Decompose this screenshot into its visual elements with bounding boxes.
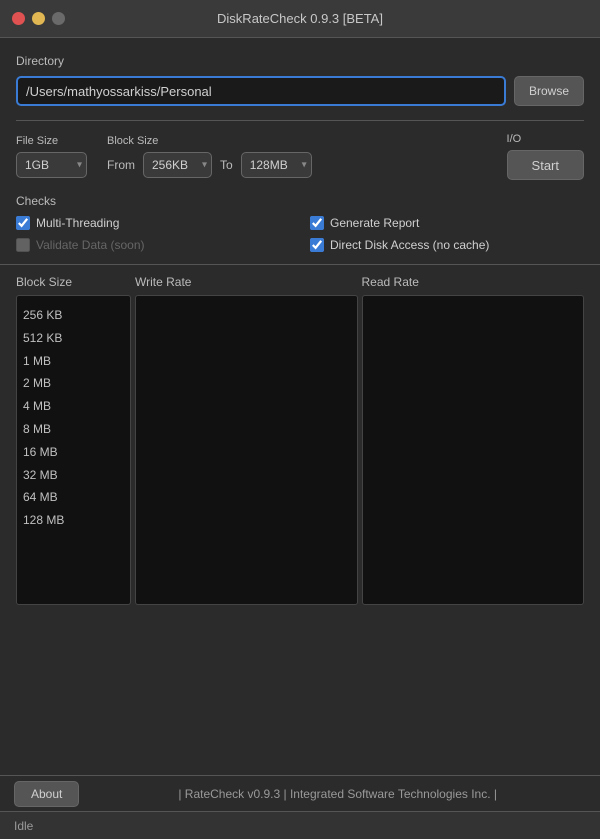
results-section: Block Size 256 KB 512 KB 1 MB 2 MB 4 MB … bbox=[0, 275, 600, 605]
list-item: 512 KB bbox=[23, 327, 124, 350]
blocksize-from-select[interactable]: 256KB 512KB 1MB 2MB bbox=[143, 152, 212, 178]
status-bar: Idle bbox=[0, 811, 600, 839]
multithreading-label: Multi-Threading bbox=[36, 216, 119, 230]
maximize-button[interactable] bbox=[52, 12, 65, 25]
start-button[interactable]: Start bbox=[507, 150, 584, 180]
window-title: DiskRateCheck 0.9.3 [BETA] bbox=[217, 11, 383, 26]
read-rate-data bbox=[362, 295, 585, 605]
check-generate-report[interactable]: Generate Report bbox=[310, 216, 584, 230]
block-size-header: Block Size bbox=[16, 275, 131, 289]
from-label: From bbox=[107, 158, 135, 172]
list-item: 2 MB bbox=[23, 372, 124, 395]
minimize-button[interactable] bbox=[32, 12, 45, 25]
checks-section: Checks Multi-Threading Generate Report V… bbox=[16, 194, 584, 252]
list-item: 256 KB bbox=[23, 304, 124, 327]
divider-1 bbox=[16, 120, 584, 121]
footer-info: | RateCheck v0.9.3 | Integrated Software… bbox=[89, 787, 586, 801]
write-rate-header: Write Rate bbox=[135, 275, 358, 289]
footer-bar: About | RateCheck v0.9.3 | Integrated So… bbox=[0, 775, 600, 811]
to-label: To bbox=[220, 158, 233, 172]
blocksize-group: Block Size From 256KB 512KB 1MB 2MB ▾ To… bbox=[107, 135, 487, 178]
list-item: 1 MB bbox=[23, 350, 124, 373]
filesize-select[interactable]: 1GB 2GB 4GB 512MB bbox=[16, 152, 87, 178]
directory-label: Directory bbox=[16, 54, 584, 68]
filesize-label: File Size bbox=[16, 135, 87, 147]
read-rate-header: Read Rate bbox=[362, 275, 585, 289]
divider-2 bbox=[0, 264, 600, 265]
blocksize-inner: From 256KB 512KB 1MB 2MB ▾ To 128MB 64MB bbox=[107, 152, 487, 178]
about-button[interactable]: About bbox=[14, 781, 79, 807]
io-label: I/O bbox=[507, 133, 584, 145]
status-text: Idle bbox=[14, 819, 33, 833]
block-size-list: 256 KB 512 KB 1 MB 2 MB 4 MB 8 MB 16 MB … bbox=[16, 295, 131, 605]
titlebar: DiskRateCheck 0.9.3 [BETA] bbox=[0, 0, 600, 38]
check-direct-disk[interactable]: Direct Disk Access (no cache) bbox=[310, 238, 584, 252]
list-item: 64 MB bbox=[23, 486, 124, 509]
blocksize-to-wrapper: 128MB 64MB 32MB 16MB ▾ bbox=[241, 152, 312, 178]
filesize-select-wrapper: 1GB 2GB 4GB 512MB ▾ bbox=[16, 152, 87, 178]
directory-row: Browse bbox=[16, 76, 584, 106]
list-item: 8 MB bbox=[23, 418, 124, 441]
directory-input[interactable] bbox=[16, 76, 506, 106]
check-multithreading[interactable]: Multi-Threading bbox=[16, 216, 290, 230]
filesize-group: File Size 1GB 2GB 4GB 512MB ▾ bbox=[16, 135, 87, 178]
col-block-size: Block Size 256 KB 512 KB 1 MB 2 MB 4 MB … bbox=[16, 275, 131, 605]
list-item: 4 MB bbox=[23, 395, 124, 418]
checks-label: Checks bbox=[16, 194, 584, 208]
direct-disk-label: Direct Disk Access (no cache) bbox=[330, 238, 489, 252]
list-item: 32 MB bbox=[23, 464, 124, 487]
generate-report-label: Generate Report bbox=[330, 216, 419, 230]
browse-button[interactable]: Browse bbox=[514, 76, 584, 106]
traffic-lights bbox=[12, 12, 65, 25]
col-read-rate: Read Rate bbox=[362, 275, 585, 605]
direct-disk-checkbox[interactable] bbox=[310, 238, 324, 252]
blocksize-to-select[interactable]: 128MB 64MB 32MB 16MB bbox=[241, 152, 312, 178]
close-button[interactable] bbox=[12, 12, 25, 25]
results-table: Block Size 256 KB 512 KB 1 MB 2 MB 4 MB … bbox=[16, 275, 584, 605]
list-item: 16 MB bbox=[23, 441, 124, 464]
list-item: 128 MB bbox=[23, 509, 124, 532]
controls-row: File Size 1GB 2GB 4GB 512MB ▾ Block Size… bbox=[16, 133, 584, 180]
validate-data-label: Validate Data (soon) bbox=[36, 238, 145, 252]
blocksize-from-wrapper: 256KB 512KB 1MB 2MB ▾ bbox=[143, 152, 212, 178]
main-panel: Directory Browse File Size 1GB 2GB 4GB 5… bbox=[0, 38, 600, 252]
write-rate-data bbox=[135, 295, 358, 605]
multithreading-checkbox[interactable] bbox=[16, 216, 30, 230]
checks-grid: Multi-Threading Generate Report Validate… bbox=[16, 216, 584, 252]
validate-data-checkbox bbox=[16, 238, 30, 252]
blocksize-label: Block Size bbox=[107, 135, 487, 147]
generate-report-checkbox[interactable] bbox=[310, 216, 324, 230]
io-group: I/O Start bbox=[507, 133, 584, 180]
check-validate-data: Validate Data (soon) bbox=[16, 238, 290, 252]
col-write-rate: Write Rate bbox=[135, 275, 358, 605]
